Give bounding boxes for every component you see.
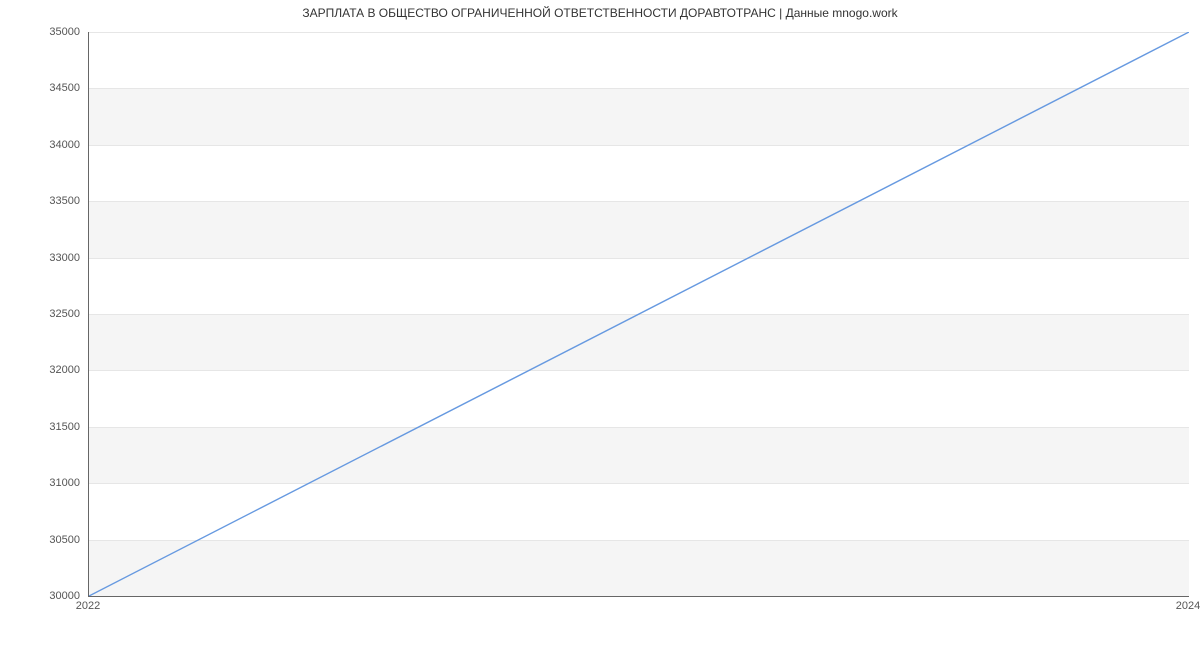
plot-area: [88, 32, 1189, 597]
x-tick-label: 2022: [76, 600, 100, 612]
y-tick-label: 32000: [0, 364, 80, 376]
series-line: [89, 32, 1189, 596]
y-tick-label: 31000: [0, 477, 80, 489]
x-tick-label: 2024: [1176, 600, 1200, 612]
y-tick-label: 33000: [0, 252, 80, 264]
line-series: [89, 32, 1189, 596]
chart-container: ЗАРПЛАТА В ОБЩЕСТВО ОГРАНИЧЕННОЙ ОТВЕТСТ…: [0, 0, 1200, 650]
y-tick-label: 34000: [0, 139, 80, 151]
y-tick-label: 33500: [0, 195, 80, 207]
chart-title: ЗАРПЛАТА В ОБЩЕСТВО ОГРАНИЧЕННОЙ ОТВЕТСТ…: [0, 6, 1200, 20]
y-tick-label: 30500: [0, 534, 80, 546]
y-tick-label: 34500: [0, 82, 80, 94]
y-tick-label: 32500: [0, 308, 80, 320]
y-tick-label: 30000: [0, 590, 80, 602]
y-tick-label: 35000: [0, 26, 80, 38]
y-tick-label: 31500: [0, 421, 80, 433]
